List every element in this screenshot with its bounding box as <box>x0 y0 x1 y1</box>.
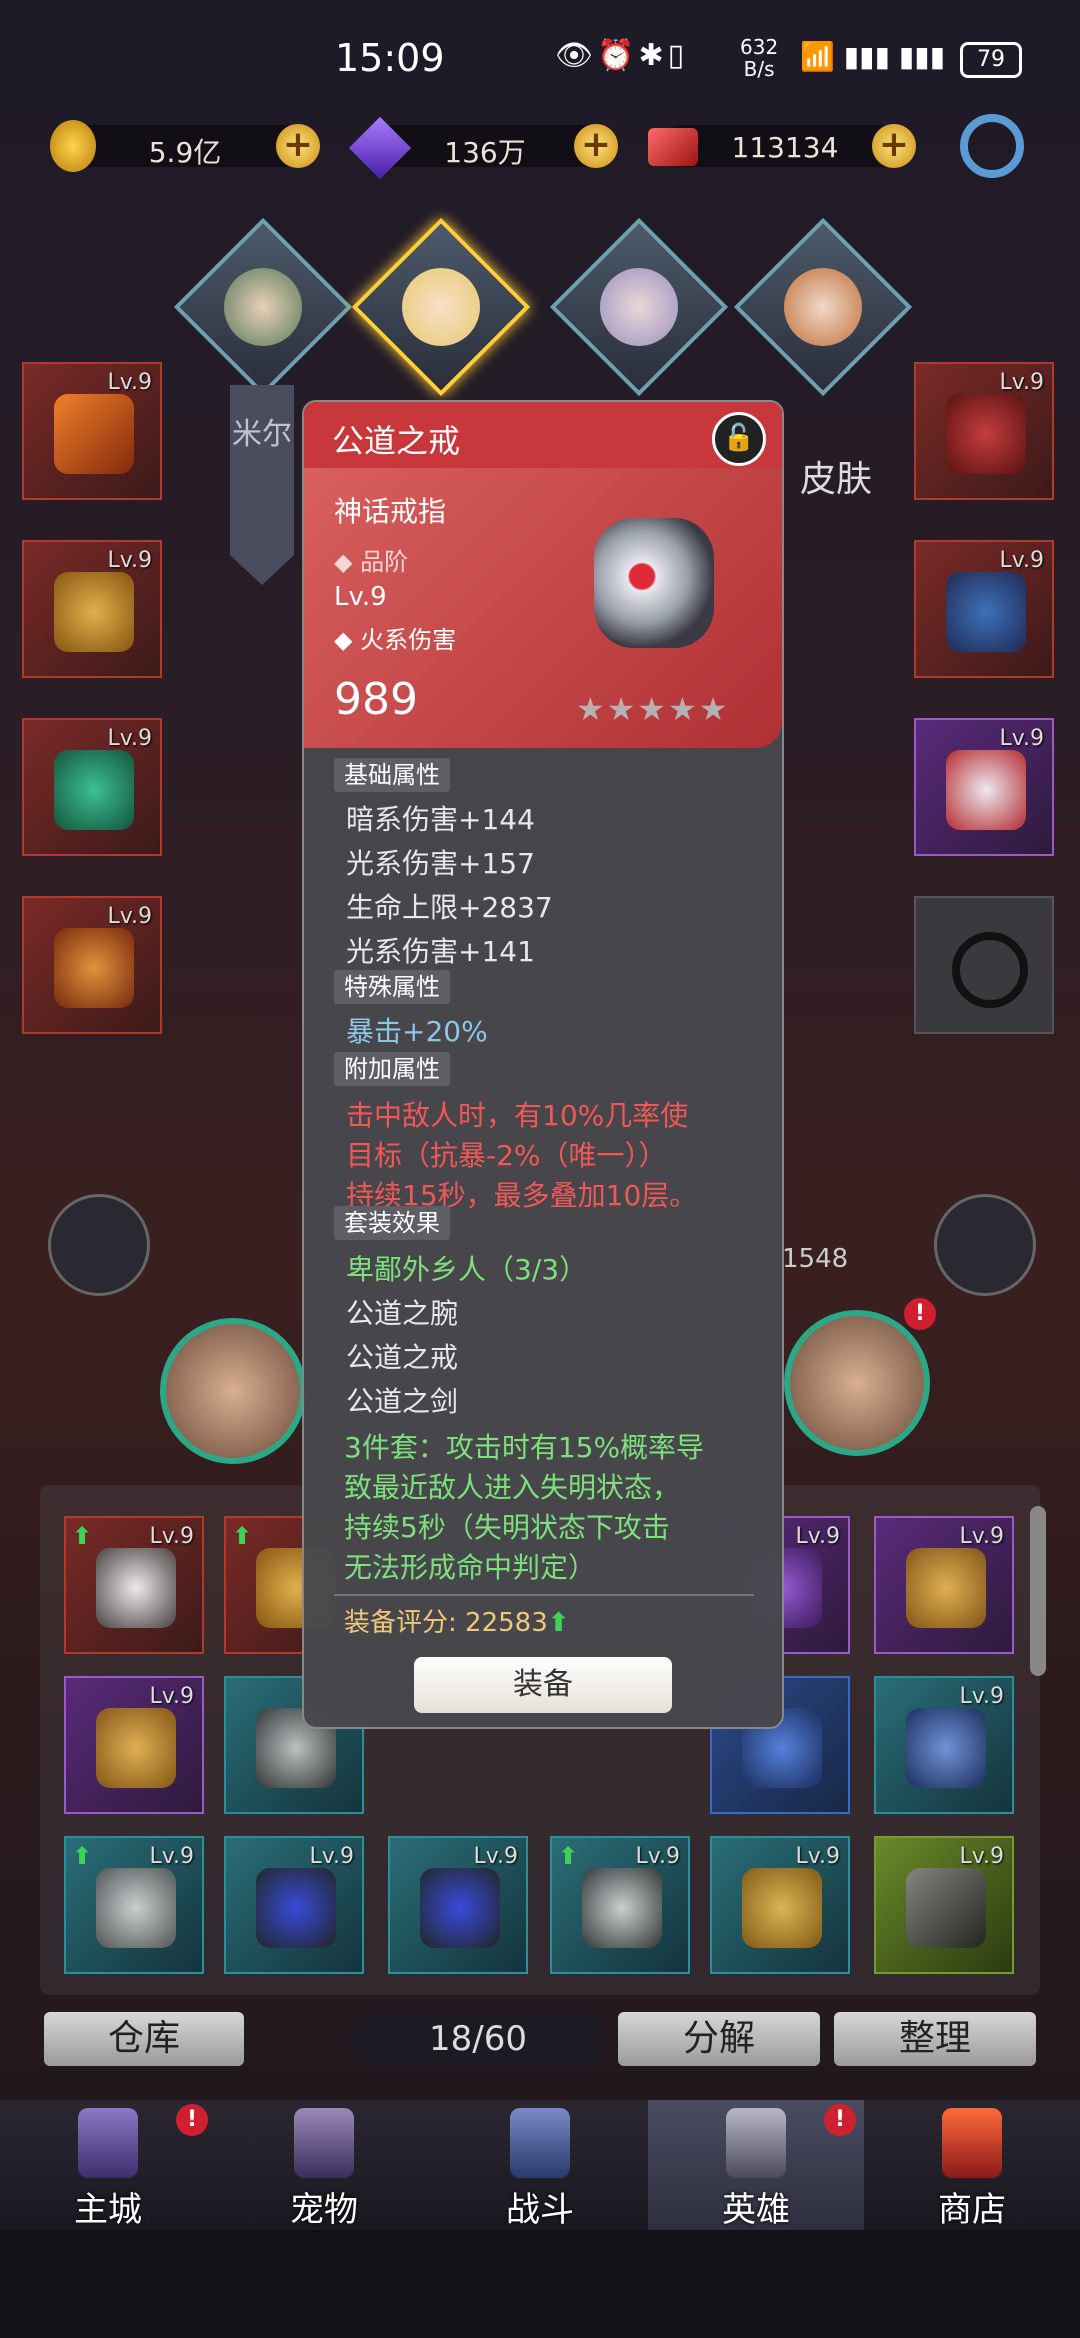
equip-slot-armor[interactable]: Lv.9 <box>22 718 162 856</box>
add-ruby-button[interactable]: + <box>872 124 916 168</box>
quality-label: ◆ 品阶 <box>334 548 409 576</box>
section-set-effect: 套装效果 <box>334 1206 450 1240</box>
talent-icon[interactable] <box>48 1194 150 1296</box>
inventory-item-amulet-1[interactable]: Lv.9 <box>224 1836 364 1974</box>
set-item-2: 公道之戒 <box>346 1341 459 1374</box>
castle-icon <box>78 2108 138 2178</box>
gold-coin-icon <box>50 120 96 172</box>
ruby-icon <box>648 128 698 166</box>
status-bar: 15:09 👁⏰✱▯ 632 B/s 📶 ▮▮▮ ▮▮▮ 79 <box>0 0 1080 120</box>
set-name: 卑鄙外乡人（3/3） <box>346 1253 588 1286</box>
hero-portrait-1[interactable] <box>173 217 353 397</box>
set-bonus-line-4: 无法形成命中判定） <box>344 1551 597 1584</box>
equip-slot-gauntlet[interactable]: Lv.9 <box>914 362 1054 500</box>
basic-stat-3: 生命上限+2837 <box>346 891 553 924</box>
equip-slot-helmet[interactable]: Lv.9 <box>22 540 162 678</box>
inventory-item-bracer[interactable]: Lv.9 <box>64 1676 204 1814</box>
inventory-item-amulet-2[interactable]: Lv.9 <box>388 1836 528 1974</box>
inventory-scrollbar[interactable] <box>1030 1506 1046 1676</box>
score-up-arrow-icon: ⬆ <box>547 1608 570 1638</box>
popup-header: 公道之戒 🔓 <box>304 402 782 468</box>
divider <box>334 1594 754 1596</box>
ring-placeholder-icon <box>952 932 1028 1008</box>
right-hero-avatar[interactable] <box>784 1310 930 1456</box>
status-time: 15:09 <box>335 36 445 80</box>
crossed-swords-icon <box>510 2108 570 2178</box>
item-name: 公道之戒 <box>332 422 461 460</box>
left-hero-avatar[interactable] <box>160 1318 306 1464</box>
inventory-count: 18/60 <box>350 2012 606 2066</box>
set-bonus-line-1: 3件套：攻击时有15%概率导 <box>344 1431 705 1464</box>
basic-stat-4: 光系伤害+141 <box>346 935 535 968</box>
inventory-item-gauntlet-2[interactable]: Lv.9 <box>874 1516 1014 1654</box>
hero-portrait-2-selected[interactable] <box>351 217 531 397</box>
extra-line-1: 击中敌人时，有10%几率使 <box>346 1099 689 1132</box>
inventory-item-armor[interactable]: Lv.9 <box>874 1676 1014 1814</box>
inventory-item-sword[interactable]: Lv.9 <box>874 1836 1014 1974</box>
system-home-bar <box>0 2230 1080 2338</box>
network-speed: 632 B/s <box>740 35 779 81</box>
skin-label[interactable]: 皮肤 <box>800 450 872 502</box>
equip-slot-boots[interactable]: Lv.9 <box>914 718 1054 856</box>
equipment-score: 装备评分: 22583⬆ <box>344 1608 570 1638</box>
star-rating: ★★★★★ <box>576 690 730 728</box>
basic-stat-2: 光系伤害+157 <box>346 847 535 880</box>
dragon-icon <box>294 2108 354 2178</box>
add-gold-button[interactable]: + <box>276 124 320 168</box>
item-summary-card: 神话戒指 ◆ 品阶 Lv.9 ◆ 火系伤害 989 ★★★★★ <box>304 468 782 748</box>
equip-slot-necklace[interactable]: Lv.9 <box>22 896 162 1034</box>
item-level: Lv.9 <box>334 582 387 612</box>
section-extra-stats: 附加属性 <box>334 1052 450 1086</box>
set-bonus-line-3: 持续5秒（失明状态下攻击 <box>344 1511 670 1544</box>
item-element: ◆ 火系伤害 <box>334 626 457 654</box>
section-basic-stats: 基础属性 <box>334 758 450 792</box>
item-detail-popup: 公道之戒 🔓 神话戒指 ◆ 品阶 Lv.9 ◆ 火系伤害 989 ★★★★★ 基… <box>302 400 784 1729</box>
equip-slot-weapon[interactable]: Lv.9 <box>22 362 162 500</box>
set-bonus-line-2: 致最近敌人进入失明状态， <box>344 1471 681 1504</box>
lock-icon[interactable]: 🔓 <box>712 412 766 466</box>
avatar-alert-badge: ! <box>904 1298 936 1330</box>
knight-helmet-icon <box>726 2108 786 2178</box>
add-gem-button[interactable]: + <box>574 124 618 168</box>
section-special-stats: 特殊属性 <box>334 970 450 1004</box>
inventory-item-bracer-2[interactable]: Lv.9 <box>710 1836 850 1974</box>
gold-counter: 5.9亿 <box>60 125 310 169</box>
extra-line-2: 目标（抗暴-2%（唯一）） <box>346 1139 667 1172</box>
hero-name-tag: 米尔 <box>230 385 294 585</box>
basic-stat-1: 暗系伤害+144 <box>346 803 535 836</box>
shop-icon <box>942 2108 1002 2178</box>
nav-main-city-badge: ! <box>176 2104 208 2136</box>
set-item-1: 公道之腕 <box>346 1297 459 1330</box>
warehouse-button[interactable]: 仓库 <box>44 2012 244 2066</box>
inventory-item-ring-4[interactable]: ⬆ Lv.9 <box>550 1836 690 1974</box>
item-type: 神话戒指 <box>334 495 447 528</box>
inventory-item-ring-1[interactable]: ⬆ Lv.9 <box>64 1516 204 1654</box>
decompose-button[interactable]: 分解 <box>618 2012 820 2066</box>
special-stat-1: 暴击+20% <box>346 1015 488 1048</box>
hero-stat-value: 1548 <box>782 1244 849 1274</box>
hero-portrait-3[interactable] <box>549 217 729 397</box>
nav-battle[interactable]: 战斗 <box>432 2100 648 2230</box>
equip-button[interactable]: 装备 <box>414 1657 672 1713</box>
sort-button[interactable]: 整理 <box>834 2012 1036 2066</box>
settings-gear-icon[interactable] <box>960 114 1024 178</box>
battery-icon: 79 <box>960 42 1022 78</box>
set-item-3: 公道之剑 <box>346 1385 459 1418</box>
inventory-item-ring-3[interactable]: ⬆ Lv.9 <box>64 1836 204 1974</box>
signal-icons: 📶 ▮▮▮ ▮▮▮ <box>800 40 946 73</box>
item-power: 989 <box>334 674 418 725</box>
status-icons: 👁⏰✱▯ <box>555 38 689 73</box>
nav-heroes-badge: ! <box>824 2104 856 2136</box>
nav-shop[interactable]: 商店 <box>864 2100 1080 2230</box>
nav-pets[interactable]: 宠物 <box>216 2100 432 2230</box>
hero-book-icon[interactable] <box>934 1194 1036 1296</box>
hero-portrait-4[interactable] <box>733 217 913 397</box>
equip-slot-ring-empty[interactable] <box>914 896 1054 1034</box>
equip-slot-pants[interactable]: Lv.9 <box>914 540 1054 678</box>
ring-item-icon <box>594 518 714 648</box>
